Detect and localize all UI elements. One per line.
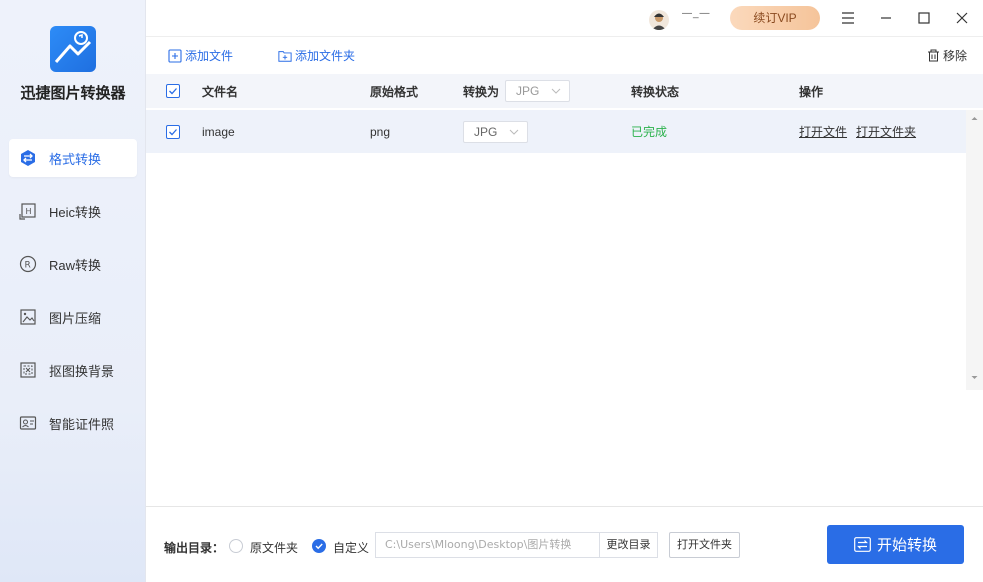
heic-icon: H	[19, 202, 37, 220]
table-header: 文件名 原始格式 转换为 JPG 转换状态 操作	[146, 74, 983, 108]
row-checkbox[interactable]	[166, 124, 180, 139]
start-convert-label: 开始转换	[876, 537, 937, 554]
table-row: image png JPG 已完成 打开文件 打开文件夹	[146, 110, 966, 153]
add-file-label: 添加文件	[185, 49, 234, 63]
convert-to-all-value: JPG	[516, 84, 540, 98]
open-file-link[interactable]: 打开文件	[799, 123, 847, 140]
maximize-icon[interactable]	[912, 6, 936, 30]
sidebar-item-id-photo[interactable]: 智能证件照	[9, 404, 137, 442]
svg-text:H: H	[26, 207, 32, 216]
format-convert-icon	[19, 149, 37, 167]
sidebar-nav: 格式转换 H Heic转换 R Raw转换 图片压缩 抠图换背景 智能证件照	[9, 139, 137, 457]
raw-icon: R	[19, 255, 37, 273]
sidebar-item-label: 图片压缩	[49, 310, 102, 326]
row-original-format: png	[370, 124, 391, 139]
sidebar-item-label: Heic转换	[49, 204, 102, 220]
header-filename: 文件名	[202, 84, 239, 99]
trash-icon	[927, 49, 939, 62]
row-status: 已完成	[631, 125, 668, 139]
sidebar-item-format-convert[interactable]: 格式转换	[9, 139, 137, 177]
toolbar: 添加文件 添加文件夹 移除	[146, 36, 983, 74]
check-icon	[169, 128, 177, 135]
sidebar-item-label: 智能证件照	[49, 416, 115, 432]
sidebar-item-image-compress[interactable]: 图片压缩	[9, 298, 137, 336]
remove-button[interactable]: 移除	[927, 47, 967, 64]
row-filename: image	[202, 124, 235, 139]
convert-icon	[854, 537, 871, 552]
sidebar-item-label: 抠图换背景	[49, 363, 115, 379]
select-all-checkbox[interactable]	[166, 84, 180, 98]
add-folder-button[interactable]: 添加文件夹	[278, 47, 355, 64]
table-scrollbar[interactable]	[966, 110, 983, 390]
check-icon	[169, 88, 177, 95]
renew-vip-button[interactable]: 续订VIP	[730, 6, 820, 30]
chevron-down-icon	[509, 129, 519, 135]
radio-custom-label[interactable]: 自定义	[333, 539, 369, 556]
output-dir-label: 输出目录：	[164, 541, 225, 555]
minimize-icon[interactable]	[874, 6, 898, 30]
sidebar-item-raw[interactable]: R Raw转换	[9, 245, 137, 283]
header-actions: 操作	[799, 84, 824, 99]
radio-source-folder-label[interactable]: 原文件夹	[250, 539, 298, 556]
svg-text:R: R	[25, 261, 31, 271]
close-icon[interactable]	[950, 6, 974, 30]
open-folder-link[interactable]: 打开文件夹	[856, 123, 916, 140]
menu-icon[interactable]	[836, 6, 860, 30]
scroll-down-icon[interactable]	[971, 376, 978, 379]
sidebar-item-cutout[interactable]: 抠图换背景	[9, 351, 137, 389]
header-original-format: 原始格式	[370, 84, 419, 99]
open-output-folder-button[interactable]: 打开文件夹	[669, 532, 740, 558]
add-folder-label: 添加文件夹	[295, 49, 356, 63]
sidebar-item-label: 格式转换	[49, 151, 102, 167]
radio-source-folder[interactable]	[229, 539, 243, 553]
cutout-icon	[19, 361, 37, 379]
footer: 输出目录： 原文件夹 自定义 C:\Users\Mloong\Desktop\图…	[146, 506, 983, 582]
app-name: 迅捷图片转换器	[20, 85, 126, 102]
output-path-input[interactable]: C:\Users\Mloong\Desktop\图片转换	[375, 532, 599, 558]
check-icon	[315, 543, 323, 550]
chevron-down-icon	[551, 88, 561, 94]
header-status: 转换状态	[631, 84, 680, 99]
scroll-up-icon[interactable]	[971, 117, 978, 120]
remove-label: 移除	[942, 49, 967, 63]
add-file-button[interactable]: 添加文件	[168, 47, 233, 64]
change-dir-button[interactable]: 更改目录	[599, 532, 658, 558]
app-logo-icon	[50, 26, 96, 72]
sidebar-item-heic[interactable]: H Heic转换	[9, 192, 137, 230]
sidebar: 迅捷图片转换器 格式转换 H Heic转换 R Raw转换 图片压缩 抠图换背景…	[0, 0, 146, 582]
convert-to-all-select[interactable]: JPG	[505, 80, 571, 102]
row-target-format-select[interactable]: JPG	[463, 120, 528, 143]
id-photo-icon	[19, 414, 37, 432]
add-file-icon	[168, 48, 182, 63]
sidebar-item-label: Raw转换	[49, 257, 102, 273]
add-folder-icon	[278, 50, 292, 62]
image-compress-icon	[19, 308, 37, 326]
row-target-format-value: JPG	[474, 124, 498, 139]
username[interactable]: ―_―	[682, 8, 711, 19]
avatar[interactable]	[649, 10, 669, 30]
start-convert-button[interactable]: 开始转换	[827, 525, 964, 564]
title-bar: ―_― 续订VIP	[146, 0, 983, 36]
radio-custom[interactable]	[312, 539, 326, 553]
header-convert-to: 转换为	[463, 84, 500, 99]
